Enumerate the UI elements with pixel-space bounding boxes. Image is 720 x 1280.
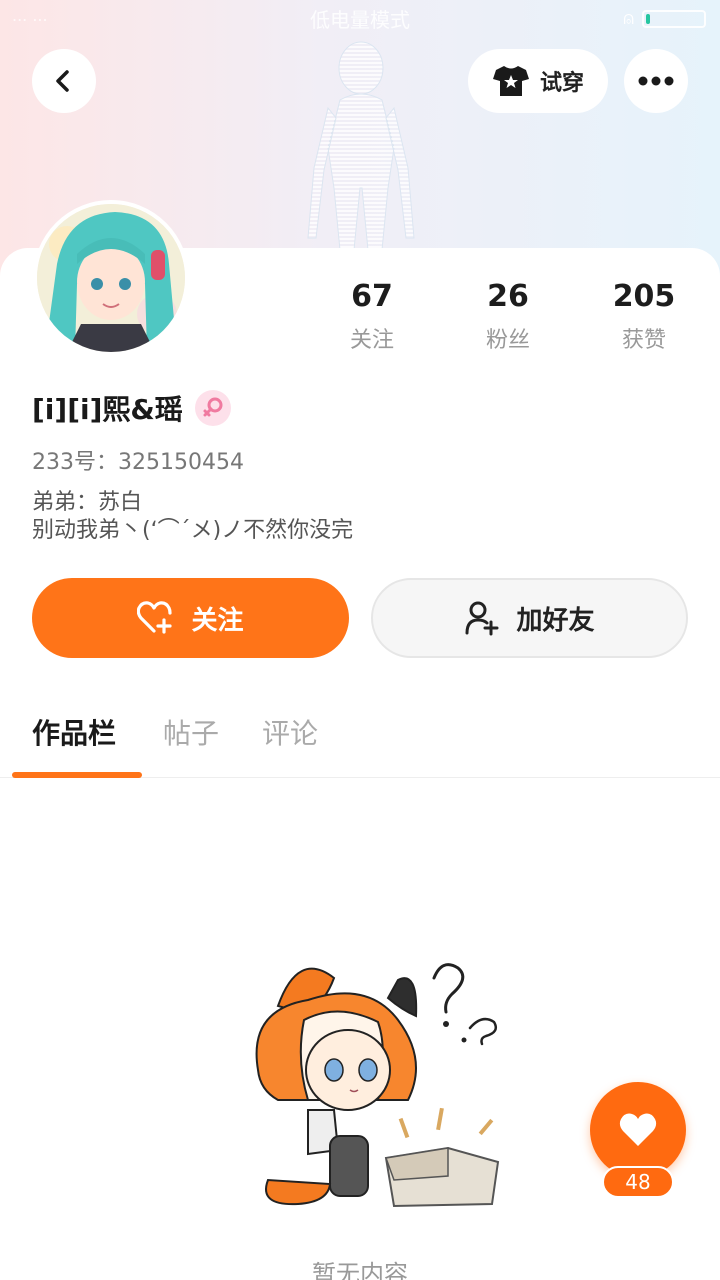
follow-label: 关注 <box>191 605 244 636</box>
more-button[interactable] <box>624 49 688 113</box>
tab-active-indicator <box>12 772 142 778</box>
profile-uid: 233号：325150454 <box>32 450 244 475</box>
notification-icon: ⍝ <box>623 8 634 29</box>
heart-plus-icon <box>137 601 173 634</box>
stat-likes[interactable]: 205 获赞 <box>576 278 712 354</box>
battery-icon <box>642 9 706 28</box>
tab-comments[interactable]: 评论 <box>262 712 318 752</box>
stat-following-value: 67 <box>351 279 393 314</box>
profile-name: [i][i]熙&瑶 <box>32 393 183 426</box>
bio-line: 别动我弟丶(ʻ⌒ˊメ)ノ不然你没完 <box>32 518 354 543</box>
avatar[interactable] <box>33 200 189 356</box>
more-dots-icon <box>638 76 674 86</box>
stat-fans[interactable]: 26 粉丝 <box>440 278 576 354</box>
status-mode-text: 低电量模式 <box>310 8 410 32</box>
bio-line: 弟弟：苏白 <box>32 490 143 515</box>
tab-works[interactable]: 作品栏 <box>32 712 116 752</box>
add-friend-button[interactable]: 加好友 <box>371 578 688 658</box>
add-friend-label: 加好友 <box>516 605 595 636</box>
tab-posts[interactable]: 帖子 <box>163 712 219 752</box>
user-plus-icon <box>465 601 499 636</box>
status-bar: ... ... 低电量模式 ⍝ <box>0 0 720 36</box>
stat-likes-value: 205 <box>612 279 676 314</box>
follow-button[interactable]: 关注 <box>32 578 349 658</box>
female-symbol-icon <box>203 397 223 417</box>
like-button[interactable] <box>590 1082 686 1178</box>
back-button[interactable] <box>32 49 96 113</box>
shirt-icon <box>492 66 529 96</box>
try-on-label: 试穿 <box>539 71 584 96</box>
try-on-button[interactable]: 试穿 <box>468 49 608 113</box>
empty-state-illustration <box>255 963 500 1208</box>
stat-following-label: 关注 <box>349 328 394 353</box>
avatar-3d-figure <box>307 41 415 250</box>
chevron-left-icon <box>56 70 69 92</box>
heart-icon <box>619 1113 657 1146</box>
like-count-badge: 48 <box>602 1166 674 1198</box>
gender-female-badge <box>194 390 231 426</box>
stat-fans-label: 粉丝 <box>485 328 530 353</box>
stat-following[interactable]: 67 关注 <box>304 278 440 354</box>
empty-state-text: 暂无内容 <box>312 1260 408 1280</box>
status-right-icons: ⍝ <box>623 8 706 29</box>
profile-bio: 弟弟：苏白 别动我弟丶(ʻ⌒ˊメ)ノ不然你没完 <box>32 489 353 545</box>
stat-likes-label: 获赞 <box>621 328 666 353</box>
stat-fans-value: 26 <box>487 279 529 314</box>
content-tabs: 作品栏 帖子 评论 <box>0 700 720 778</box>
profile-name-row: [i][i]熙&瑶 <box>32 388 231 428</box>
profile-stats: 67 关注 26 粉丝 205 获赞 <box>304 278 712 354</box>
avatar-image <box>37 204 185 352</box>
